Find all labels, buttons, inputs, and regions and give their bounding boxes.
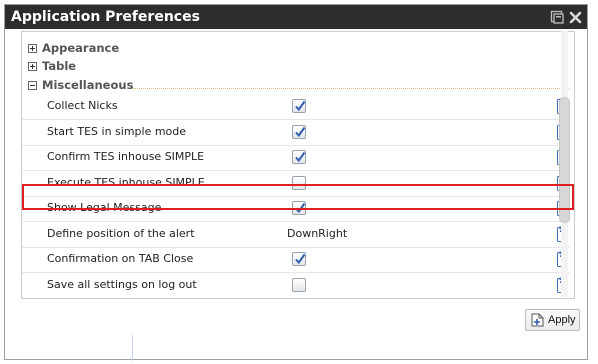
setting-row: Collect Nicks (22, 94, 570, 120)
close-icon[interactable] (568, 9, 583, 24)
setting-row: Execute TES inhouse SIMPLE (22, 171, 570, 197)
setting-label: Save all settings on log out (47, 277, 197, 291)
setting-row: Define position of the alert DownRight (22, 222, 570, 248)
scrollbar-thumb[interactable] (559, 97, 570, 223)
section-miscellaneous[interactable]: Miscellaneous (28, 76, 133, 94)
section-appearance[interactable]: Appearance (28, 39, 119, 57)
setting-row: Start TES in simple mode (22, 120, 570, 146)
settings-panel: Appearance Table Miscellaneous Collect N… (21, 31, 575, 299)
setting-checkbox[interactable] (292, 150, 306, 164)
apply-label: Apply (548, 314, 576, 326)
setting-row: Show Legal Message (22, 196, 570, 222)
detach-icon[interactable] (550, 9, 565, 24)
setting-checkbox[interactable] (292, 277, 306, 292)
setting-label: Collect Nicks (47, 99, 118, 112)
setting-checkbox[interactable] (292, 201, 306, 215)
section-label: Miscellaneous (42, 78, 134, 92)
setting-row: Save all settings on log out (22, 273, 570, 298)
alert-position-value[interactable]: DownRight (287, 227, 347, 240)
setting-label: Define position of the alert (47, 226, 195, 240)
section-label: Table (42, 59, 77, 73)
setting-checkbox[interactable] (292, 175, 306, 190)
title-bar: Application Preferences (5, 5, 587, 29)
setting-row: Confirmation on TAB Close (22, 247, 570, 273)
window-title: Application Preferences (11, 9, 200, 25)
collapse-icon[interactable] (28, 81, 37, 90)
section-label: Appearance (42, 41, 120, 55)
expand-icon[interactable] (28, 44, 37, 53)
setting-label: Start TES in simple mode (47, 124, 187, 138)
setting-checkbox[interactable] (292, 124, 306, 139)
setting-row: Confirm TES inhouse SIMPLE (22, 145, 570, 171)
apply-button[interactable]: Apply (525, 309, 580, 331)
setting-checkbox[interactable] (292, 99, 306, 113)
setting-label: Confirmation on TAB Close (47, 252, 194, 265)
section-table[interactable]: Table (28, 57, 76, 75)
vertical-scrollbar[interactable] (557, 31, 572, 297)
apply-icon (531, 313, 544, 330)
setting-label: Confirm TES inhouse SIMPLE (47, 150, 205, 163)
setting-label: Execute TES inhouse SIMPLE (47, 175, 205, 189)
setting-checkbox[interactable] (292, 252, 306, 266)
expand-icon[interactable] (28, 62, 37, 71)
setting-label: Show Legal Message (47, 201, 162, 214)
preferences-window: Application Preferences Appearance Table… (4, 4, 588, 361)
section-divider (132, 88, 570, 89)
text-cursor (132, 335, 133, 361)
